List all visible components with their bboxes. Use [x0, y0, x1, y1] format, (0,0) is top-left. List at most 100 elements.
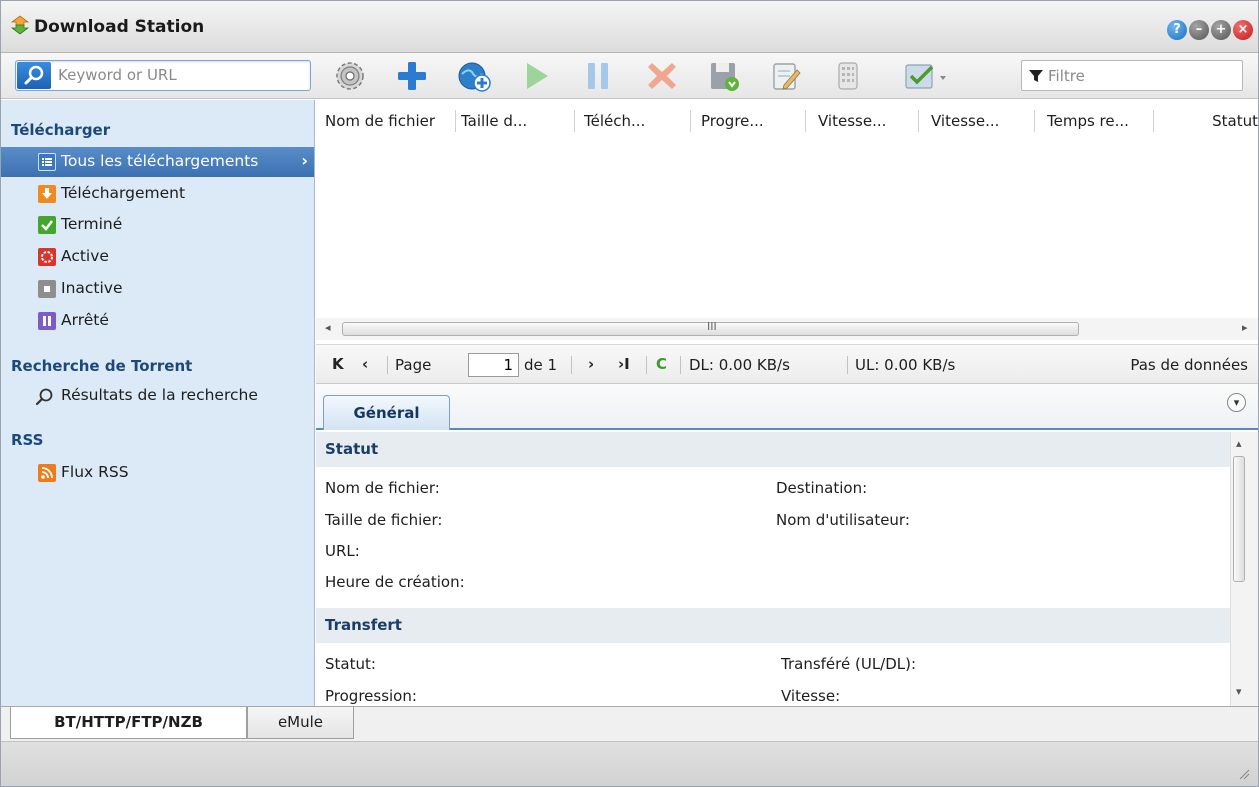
sidebar-item-active[interactable]: Active — [1, 242, 314, 272]
first-page-icon[interactable]: K — [332, 355, 344, 373]
column-header-upload-speed[interactable]: Vitesse... — [818, 112, 918, 130]
list-icon — [38, 153, 56, 171]
column-header-size[interactable]: Taille d... — [461, 112, 571, 130]
maximize-icon[interactable]: + — [1211, 20, 1231, 40]
pause-icon[interactable] — [580, 58, 616, 94]
protocol-tabs: BT/HTTP/FTP/NZB eMule — [1, 706, 1258, 741]
detail-body: Statut Nom de fichier: Destination: Tail… — [316, 432, 1230, 706]
separator — [646, 356, 647, 374]
detail-tab-strip: Général ▾ — [316, 384, 1258, 430]
sidebar-item-finished[interactable]: Terminé — [1, 210, 314, 240]
toolbar — [1, 53, 1258, 99]
title-bar: Download Station ? – + × — [1, 1, 1258, 53]
pagination-bar: K ‹ Page de 1 › ›I C DL: 0.00 KB/s UL: 0… — [316, 344, 1258, 384]
scroll-right-icon[interactable]: ▸ — [1242, 321, 1248, 334]
search-button[interactable] — [17, 62, 51, 89]
status-bar — [1, 741, 1258, 786]
checkmark-icon — [38, 216, 56, 234]
upload-speed: UL: 0.00 KB/s — [855, 356, 956, 374]
last-page-icon[interactable]: ›I — [618, 355, 630, 373]
detail-panel: Général ▾ Statut Nom de fichier: Destina… — [316, 384, 1258, 706]
scroll-thumb[interactable]: III — [342, 320, 1079, 336]
scroll-thumb[interactable] — [1233, 456, 1245, 582]
download-grid: Nom de fichier Taille d... Téléch... Pro… — [316, 100, 1258, 344]
column-separator — [455, 110, 456, 132]
page-total: de 1 — [524, 356, 558, 374]
filter-box — [1021, 60, 1243, 91]
field-destination: Destination: — [776, 479, 868, 497]
clear-icon[interactable] — [830, 58, 866, 94]
column-header-download-speed[interactable]: Vitesse... — [931, 112, 1031, 130]
vertical-scrollbar[interactable]: ▴ ▾ — [1230, 432, 1258, 706]
sidebar-item-downloading[interactable]: Téléchargement — [1, 179, 314, 209]
close-icon[interactable]: × — [1233, 20, 1253, 40]
field-filesize: Taille de fichier: — [325, 511, 443, 529]
column-separator — [574, 110, 575, 132]
search-icon — [34, 387, 53, 406]
group-title-transfer: Transfert — [316, 608, 1230, 643]
collapse-icon[interactable]: ▾ — [1227, 393, 1246, 412]
sidebar-item-stopped[interactable]: Arrêté — [1, 306, 314, 336]
column-separator — [690, 110, 691, 132]
tab-emule[interactable]: eMule — [247, 707, 354, 739]
section-title-download: Télécharger — [11, 121, 111, 139]
sidebar-item-rss-feeds[interactable]: Flux RSS — [1, 458, 314, 488]
previous-page-icon[interactable]: ‹ — [362, 355, 368, 373]
sidebar-item-search-results[interactable]: Résultats de la recherche — [1, 381, 314, 411]
active-icon — [38, 248, 56, 266]
refresh-icon[interactable]: C — [656, 355, 667, 373]
gear-icon[interactable] — [332, 58, 368, 94]
field-speed: Vitesse: — [781, 687, 841, 705]
save-icon[interactable] — [706, 58, 742, 94]
search-input[interactable] — [58, 64, 303, 86]
field-username: Nom d'utilisateur: — [776, 511, 910, 529]
edit-icon[interactable] — [768, 58, 804, 94]
add-url-icon[interactable] — [456, 58, 492, 94]
horizontal-scrollbar[interactable]: ◂ III ▸ — [316, 318, 1258, 340]
column-header-progress[interactable]: Progre... — [701, 112, 801, 130]
column-header-time-left[interactable]: Temps re... — [1047, 112, 1147, 130]
group-title-status: Statut — [316, 432, 1230, 467]
separator — [680, 356, 681, 374]
add-icon[interactable] — [394, 58, 430, 94]
sidebar-item-inactive[interactable]: Inactive — [1, 274, 314, 304]
select-icon[interactable] — [902, 58, 958, 94]
delete-icon[interactable] — [644, 58, 680, 94]
sidebar-item-label: Inactive — [61, 279, 123, 297]
field-created: Heure de création: — [325, 573, 465, 591]
chevron-right-icon: › — [301, 151, 308, 170]
help-icon[interactable]: ? — [1167, 20, 1187, 40]
separator — [847, 356, 848, 374]
field-transfer-status: Statut: — [325, 655, 376, 673]
scroll-left-icon[interactable]: ◂ — [325, 321, 331, 334]
grip-icon: III — [707, 320, 717, 333]
page-label: Page — [395, 356, 432, 374]
sidebar-item-label: Flux RSS — [61, 463, 129, 481]
next-page-icon[interactable]: › — [588, 355, 594, 373]
sidebar-item-all-downloads[interactable]: Tous les téléchargements › — [1, 147, 314, 177]
play-icon[interactable] — [518, 58, 554, 94]
download-station-window: Download Station ? – + × Keyword or URL … — [0, 0, 1259, 787]
sidebar-item-label: Arrêté — [61, 311, 109, 329]
sidebar-item-label: Résultats de la recherche — [61, 386, 258, 404]
sidebar-item-label: Active — [61, 247, 109, 265]
column-header-downloaded[interactable]: Téléch... — [584, 112, 684, 130]
minimize-icon[interactable]: – — [1189, 20, 1209, 40]
filter-input[interactable] — [1048, 65, 1238, 87]
column-separator — [805, 110, 806, 132]
field-transferred: Transféré (UL/DL): — [781, 655, 917, 673]
sidebar-item-label: Terminé — [61, 215, 123, 233]
search-icon — [24, 65, 44, 85]
resize-grip-icon[interactable] — [1236, 766, 1250, 780]
tab-bt-http-ftp-nzb[interactable]: BT/HTTP/FTP/NZB — [10, 707, 247, 739]
tab-general[interactable]: Général — [323, 395, 450, 430]
scroll-up-icon[interactable]: ▴ — [1236, 437, 1242, 450]
column-header-filename[interactable]: Nom de fichier — [325, 112, 457, 130]
field-url: URL: — [325, 542, 360, 560]
page-number-input[interactable] — [468, 353, 519, 377]
section-title-torrent: Recherche de Torrent — [11, 357, 193, 375]
download-icon — [38, 185, 56, 203]
column-header-status[interactable]: Statut — [1196, 112, 1258, 130]
inactive-icon — [38, 280, 56, 298]
scroll-down-icon[interactable]: ▾ — [1236, 685, 1242, 698]
